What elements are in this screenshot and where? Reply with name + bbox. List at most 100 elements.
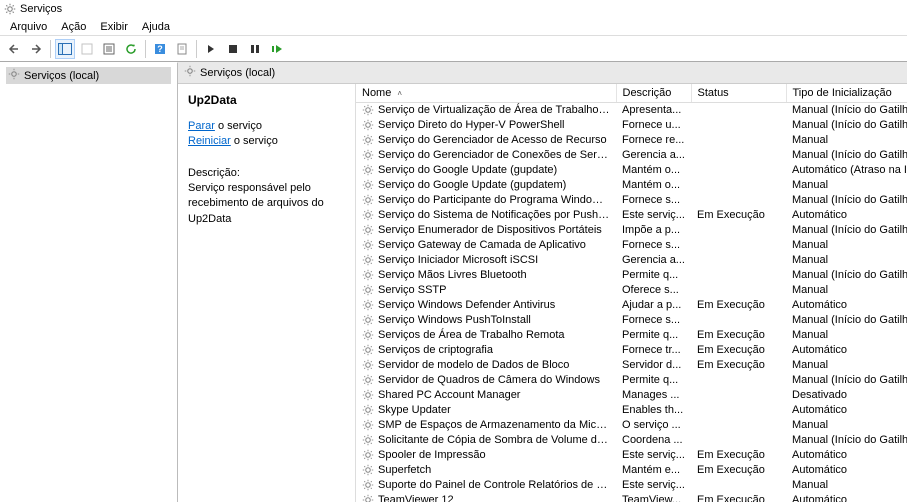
cell-nome: Shared PC Account Manager [356,388,616,403]
table-row[interactable]: Serviço do Sistema de Notificações por P… [356,208,907,223]
cell-tipo: Manual (Início do Gatilho) [786,223,907,238]
menu-arquivo[interactable]: Arquivo [4,19,53,34]
cell-descricao: Mantém o... [616,178,691,193]
stop-link-suffix: o serviço [215,120,262,132]
table-row[interactable]: Serviços de Área de Trabalho RemotaPermi… [356,328,907,343]
cell-status [691,388,786,403]
table-row[interactable]: Serviço do Gerenciador de Conexões de Se… [356,148,907,163]
properties-button[interactable] [77,39,97,59]
table-row[interactable]: Serviço do Google Update (gupdatem)Manté… [356,178,907,193]
cell-descricao: TeamView... [616,493,691,502]
cell-descricao: Oferece s... [616,283,691,298]
cell-tipo: Manual (Início do Gatilho) [786,268,907,283]
cell-status [691,403,786,418]
forward-button[interactable] [26,39,46,59]
cell-nome: Serviço do Gerenciador de Conexões de Se… [356,148,616,163]
cell-nome: Servidor de Quadros de Câmera do Windows [356,373,616,388]
table-row[interactable]: Serviço Iniciador Microsoft iSCSIGerenci… [356,253,907,268]
nav-root-item[interactable]: Serviços (local) [6,67,171,84]
cell-nome: Serviço do Participante do Programa Wind… [356,193,616,208]
table-row[interactable]: Serviço Windows Defender AntivirusAjudar… [356,298,907,313]
menu-acao[interactable]: Ação [55,19,92,34]
toolbar-sep [145,40,146,58]
stop-service-button[interactable] [223,39,243,59]
cell-descricao: Fornece u... [616,118,691,133]
service-icon [362,434,378,446]
cell-descricao: Este serviç... [616,208,691,223]
menu-bar: Arquivo Ação Exibir Ajuda [0,18,907,36]
table-row[interactable]: Servidor de modelo de Dados de BlocoServ… [356,358,907,373]
cell-descricao: Este serviç... [616,448,691,463]
cell-tipo: Automático [786,403,907,418]
cell-tipo: Manual [786,238,907,253]
table-row[interactable]: Serviços de criptografiaFornece tr...Em … [356,343,907,358]
table-row[interactable]: Serviço do Gerenciador de Acesso de Recu… [356,133,907,148]
cell-status [691,238,786,253]
table-row[interactable]: SMP de Espaços de Armazenamento da Micro… [356,418,907,433]
refresh-button[interactable] [121,39,141,59]
nav-root-label: Serviços (local) [24,70,99,82]
cell-descricao: Fornece re... [616,133,691,148]
cell-status [691,193,786,208]
export-button[interactable] [99,39,119,59]
cell-status [691,223,786,238]
start-service-button[interactable] [201,39,221,59]
table-row[interactable]: Serviço Mãos Livres BluetoothPermite q..… [356,268,907,283]
table-row[interactable]: Serviço de Virtualização de Área de Trab… [356,103,907,119]
app-icon [4,3,16,15]
stop-link[interactable]: Parar [188,120,215,132]
cell-status [691,163,786,178]
table-row[interactable]: TeamViewer 12TeamView...Em ExecuçãoAutom… [356,493,907,502]
table-row[interactable]: Shared PC Account ManagerManages ...Desa… [356,388,907,403]
cell-status: Em Execução [691,493,786,502]
col-header-status[interactable]: Status [691,84,786,103]
back-button[interactable] [4,39,24,59]
services-list[interactable]: Nome˄ Descrição Status Tipo de Inicializ… [356,84,907,502]
table-row[interactable]: SuperfetchMantém e...Em ExecuçãoAutomáti… [356,463,907,478]
help-button[interactable]: ? [150,39,170,59]
cell-nome: Serviços de criptografia [356,343,616,358]
table-row[interactable]: Serviço do Participante do Programa Wind… [356,193,907,208]
table-row[interactable]: Solicitante de Cópia de Sombra de Volume… [356,433,907,448]
restart-service-button[interactable] [267,39,287,59]
cell-status [691,268,786,283]
service-icon [362,149,378,161]
show-hide-tree-button[interactable] [55,39,75,59]
cell-descricao: Ajudar a p... [616,298,691,313]
cell-tipo: Manual (Início do Gatilho) [786,313,907,328]
description-label: Descrição: [188,166,347,181]
service-icon [362,344,378,356]
navigation-pane[interactable]: Serviços (local) [0,62,178,502]
menu-ajuda[interactable]: Ajuda [136,19,176,34]
cell-descricao: Gerencia a... [616,253,691,268]
table-row[interactable]: Suporte do Painel de Controle Relatórios… [356,478,907,493]
table-row[interactable]: Skype UpdaterEnables th...AutomáticoSist… [356,403,907,418]
restart-link[interactable]: Reiniciar [188,135,231,147]
service-icon [362,314,378,326]
table-row[interactable]: Servidor de Quadros de Câmera do Windows… [356,373,907,388]
cell-descricao: Permite q... [616,268,691,283]
table-row[interactable]: Spooler de ImpressãoEste serviç...Em Exe… [356,448,907,463]
table-row[interactable]: Serviço Direto do Hyper-V PowerShellForn… [356,118,907,133]
cell-nome: Suporte do Painel de Controle Relatórios… [356,478,616,493]
col-header-descricao[interactable]: Descrição [616,84,691,103]
properties-sheet-button[interactable] [172,39,192,59]
cell-tipo: Automático (Atraso na Inicialização) [786,163,907,178]
col-header-tipo[interactable]: Tipo de Inicialização [786,84,907,103]
services-table[interactable]: Nome˄ Descrição Status Tipo de Inicializ… [356,84,907,502]
table-row[interactable]: Serviço SSTPOferece s...ManualServiço lo… [356,283,907,298]
cell-tipo: Automático [786,463,907,478]
cell-descricao: Apresenta... [616,103,691,119]
selected-service-name: Up2Data [188,92,347,109]
cell-nome: Serviço do Google Update (gupdate) [356,163,616,178]
table-row[interactable]: Serviço Enumerador de Dispositivos Portá… [356,223,907,238]
pause-service-button[interactable] [245,39,265,59]
menu-exibir[interactable]: Exibir [94,19,134,34]
table-row[interactable]: Serviço do Google Update (gupdate)Mantém… [356,163,907,178]
service-icon [362,164,378,176]
table-row[interactable]: Serviço Windows PushToInstallFornece s..… [356,313,907,328]
table-row[interactable]: Serviço Gateway de Camada de AplicativoF… [356,238,907,253]
content-body: Up2Data Parar o serviço Reiniciar o serv… [178,84,907,502]
cell-status: Em Execução [691,328,786,343]
col-header-nome[interactable]: Nome˄ [356,84,616,103]
